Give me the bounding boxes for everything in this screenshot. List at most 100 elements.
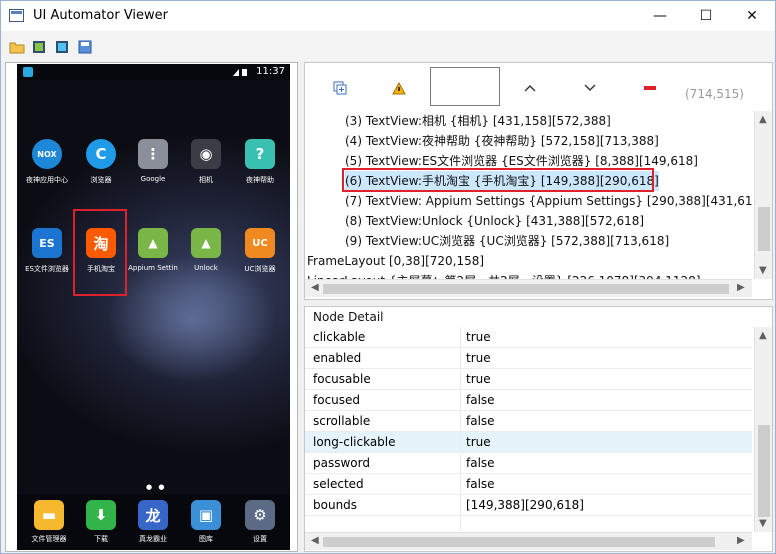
property-value: [149,388][290,618] bbox=[466, 498, 584, 512]
app-label: 真龙霸业 bbox=[139, 535, 167, 543]
scroll-right-icon[interactable]: ▶ bbox=[737, 535, 745, 546]
appium-settings-icon: ▲ bbox=[138, 228, 168, 258]
page-indicator: ● ● bbox=[146, 483, 167, 491]
chevron-down-icon bbox=[584, 84, 596, 91]
detail-horizontal-scrollbar[interactable]: ◀ ▶ bbox=[305, 532, 752, 550]
tree-node[interactable]: (3) TextView:相机 {相机} [431,158][572,388] bbox=[345, 111, 611, 131]
app-es-file-explorer[interactable]: ES ES文件浏览器 bbox=[20, 228, 74, 274]
android-status-bar: 11:37 bbox=[17, 64, 290, 80]
app-camera[interactable]: ◉ 相机 bbox=[179, 139, 233, 185]
browser-icon: C bbox=[86, 139, 116, 169]
property-value: false bbox=[466, 393, 495, 407]
tree-node[interactable]: (7) TextView: Appium Settings {Appium Se… bbox=[345, 191, 752, 211]
scroll-thumb[interactable] bbox=[323, 537, 715, 547]
close-button[interactable]: ✕ bbox=[729, 1, 775, 31]
column-divider bbox=[460, 327, 461, 532]
expand-all-button[interactable] bbox=[329, 77, 351, 99]
hierarchy-tree[interactable]: (3) TextView:相机 {相机} [431,158][572,388] … bbox=[305, 111, 752, 279]
scroll-down-icon[interactable]: ▼ bbox=[759, 518, 767, 529]
es-file-explorer-icon: ES bbox=[32, 228, 62, 258]
scroll-thumb[interactable] bbox=[758, 425, 770, 517]
hierarchy-panel: (714,515) (3) TextView:相机 {相机} [431,158]… bbox=[304, 62, 773, 300]
tree-horizontal-scrollbar[interactable]: ◀ ▶ bbox=[305, 279, 752, 297]
google-folder-icon: ⋮ bbox=[138, 139, 168, 169]
scroll-up-icon[interactable]: ▲ bbox=[759, 114, 767, 125]
compressed-screenshot-icon[interactable] bbox=[54, 40, 70, 54]
app-label: 设置 bbox=[253, 535, 267, 543]
camera-icon: ◉ bbox=[191, 139, 221, 169]
tree-node[interactable]: FrameLayout [0,38][720,158] bbox=[307, 251, 484, 271]
app-label: Unlock bbox=[194, 264, 218, 272]
table-row[interactable]: enabled true bbox=[305, 348, 752, 369]
save-icon[interactable] bbox=[77, 40, 93, 54]
minimize-button[interactable]: — bbox=[637, 1, 683, 31]
next-node-button[interactable] bbox=[579, 77, 601, 99]
scroll-left-icon[interactable]: ◀ bbox=[311, 535, 319, 546]
maximize-button[interactable]: ☐ bbox=[683, 1, 729, 31]
settings-icon: ⚙ bbox=[245, 500, 275, 530]
scroll-down-icon[interactable]: ▼ bbox=[759, 265, 767, 276]
scroll-left-icon[interactable]: ◀ bbox=[311, 282, 319, 293]
game-icon: 龙 bbox=[138, 500, 168, 530]
app-label: UC浏览器 bbox=[244, 265, 276, 273]
dock-game[interactable]: 龙 真龙霸业 bbox=[126, 500, 180, 544]
table-row[interactable]: focused false bbox=[305, 390, 752, 411]
tree-vertical-scrollbar[interactable]: ▲ ▼ bbox=[754, 111, 772, 279]
app-window-icon bbox=[9, 9, 24, 22]
device-screenshot[interactable]: 11:37 NOX 夜神应用中心 C 浏览器 ⋮ Google ◉ 相机 ? 夜… bbox=[17, 64, 290, 550]
app-nox-help[interactable]: ? 夜神帮助 bbox=[233, 139, 287, 185]
gallery-icon: ▣ bbox=[191, 500, 221, 530]
file-manager-icon: ▬ bbox=[34, 500, 64, 530]
node-detail-table[interactable]: clickable true enabled true focusable tr… bbox=[305, 327, 752, 532]
property-name: bounds bbox=[313, 498, 358, 512]
tree-node[interactable]: (8) TextView:Unlock {Unlock} [431,388][5… bbox=[345, 211, 644, 231]
scroll-up-icon[interactable]: ▲ bbox=[759, 330, 767, 341]
tree-node[interactable]: LinearLayout {主屏幕：第2屏，共2屏，设置} [226,1078]… bbox=[307, 271, 701, 279]
property-value: true bbox=[466, 435, 491, 449]
property-value: true bbox=[466, 330, 491, 344]
open-icon[interactable] bbox=[9, 40, 25, 54]
table-row[interactable]: clickable true bbox=[305, 327, 752, 348]
app-label: 文件管理器 bbox=[31, 535, 67, 543]
app-uc-browser[interactable]: UC UC浏览器 bbox=[233, 228, 287, 274]
collapse-button[interactable] bbox=[639, 77, 661, 99]
detail-vertical-scrollbar[interactable]: ▲ ▼ bbox=[754, 327, 772, 532]
app-nox-center[interactable]: NOX 夜神应用中心 bbox=[20, 139, 74, 185]
signal-icon bbox=[233, 69, 247, 76]
table-row[interactable]: password false bbox=[305, 453, 752, 474]
nox-app-center-icon: NOX bbox=[32, 139, 62, 169]
app-browser[interactable]: C 浏览器 bbox=[74, 139, 128, 185]
expand-all-icon bbox=[333, 81, 347, 95]
empty-preview-box bbox=[430, 67, 500, 106]
screenshot-icon[interactable] bbox=[31, 40, 47, 54]
scroll-right-icon[interactable]: ▶ bbox=[737, 282, 745, 293]
toggle-nafs-button[interactable] bbox=[388, 77, 410, 99]
table-row[interactable]: focusable true bbox=[305, 369, 752, 390]
dock-download[interactable]: ⬇ 下载 bbox=[74, 500, 128, 544]
property-value: false bbox=[466, 456, 495, 470]
property-value: false bbox=[466, 477, 495, 491]
scroll-thumb[interactable] bbox=[758, 207, 770, 251]
app-unlock[interactable]: ▲ Unlock bbox=[179, 228, 233, 272]
hierarchy-toolbar: (714,515) bbox=[305, 63, 772, 111]
table-row-selected[interactable]: long-clickable true bbox=[305, 432, 752, 453]
table-row[interactable]: bounds [149,388][290,618] bbox=[305, 495, 752, 516]
property-name: long-clickable bbox=[313, 435, 396, 449]
app-label: ES文件浏览器 bbox=[25, 265, 69, 273]
table-row[interactable]: scrollable false bbox=[305, 411, 752, 432]
dock-settings[interactable]: ⚙ 设置 bbox=[233, 500, 287, 544]
chevron-up-icon bbox=[524, 85, 536, 92]
app-appium-settings[interactable]: ▲ Appium Settin bbox=[126, 228, 180, 272]
property-name: focused bbox=[313, 393, 361, 407]
dock-file-manager[interactable]: ▬ 文件管理器 bbox=[22, 500, 76, 544]
app-google-folder[interactable]: ⋮ Google bbox=[126, 139, 180, 183]
dock-gallery[interactable]: ▣ 图库 bbox=[179, 500, 233, 544]
tree-node[interactable]: (4) TextView:夜神帮助 {夜神帮助} [572,158][713,3… bbox=[345, 131, 659, 151]
previous-node-button[interactable] bbox=[519, 77, 541, 99]
scroll-thumb[interactable] bbox=[323, 284, 729, 294]
tree-node[interactable]: (9) TextView:UC浏览器 {UC浏览器} [572,388][713… bbox=[345, 231, 669, 251]
table-row[interactable]: selected false bbox=[305, 474, 752, 495]
app-label: Google bbox=[140, 175, 166, 183]
minus-icon bbox=[644, 86, 656, 90]
warning-icon bbox=[392, 81, 406, 94]
